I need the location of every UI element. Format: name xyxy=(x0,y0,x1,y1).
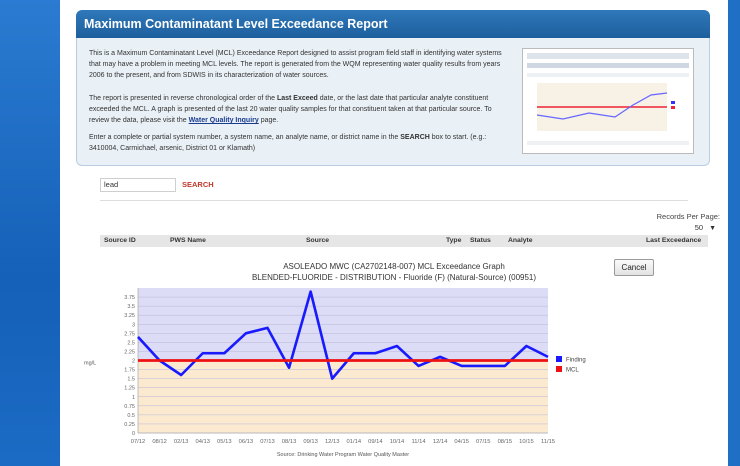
search-input[interactable]: lead xyxy=(100,178,176,192)
records-per-page-label: Records Per Page: xyxy=(656,212,720,221)
y-tick-label: 3 xyxy=(132,322,135,328)
y-tick-label: 1 xyxy=(132,395,135,401)
x-tick-label: 06/13 xyxy=(239,439,254,445)
intro-panel: This is a Maximum Contaminatant Level (M… xyxy=(76,38,710,166)
y-tick-label: 1.5 xyxy=(127,377,135,383)
x-tick-label: 09/14 xyxy=(368,439,383,445)
table-header: Source ID PWS Name Source Type Status An… xyxy=(100,235,708,247)
x-tick-label: 07/12 xyxy=(131,439,146,445)
x-tick-label: 07/15 xyxy=(476,439,491,445)
x-tick-label: 11/15 xyxy=(541,439,555,445)
page: Maximum Contaminatant Level Exceedance R… xyxy=(60,0,728,466)
y-tick-label: 3.25 xyxy=(124,313,135,319)
y-tick-label: 1.25 xyxy=(124,386,135,392)
legend-swatch xyxy=(556,356,562,362)
intro-paragraph-1: This is a Maximum Contaminatant Level (M… xyxy=(89,50,502,79)
x-tick-label: 01/14 xyxy=(347,439,362,445)
y-tick-label: 1.75 xyxy=(124,368,135,374)
x-tick-label: 05/13 xyxy=(217,439,232,445)
chevron-down-icon: ▼ xyxy=(709,225,716,232)
col-last-exceedance: Last Exceedance xyxy=(646,237,702,244)
x-tick-label: 04/15 xyxy=(454,439,469,445)
x-tick-label: 10/15 xyxy=(519,439,534,445)
y-tick-label: 0.75 xyxy=(124,404,135,410)
col-status: Status xyxy=(470,237,491,244)
legend-swatch xyxy=(556,366,562,372)
report-thumbnail-image xyxy=(522,48,694,154)
col-pws-name: PWS Name xyxy=(170,237,206,244)
y-tick-label: 0 xyxy=(132,431,135,437)
x-tick-label: 07/13 xyxy=(260,439,275,445)
background-left xyxy=(0,0,60,466)
x-tick-label: 10/14 xyxy=(390,439,405,445)
col-source: Source xyxy=(306,237,330,244)
records-per-page-select[interactable]: 50 ▼ xyxy=(695,223,716,232)
x-tick-label: 09/13 xyxy=(303,439,318,445)
x-tick-label: 12/14 xyxy=(433,439,448,445)
source-note: Source: Drinking Water Program Water Qua… xyxy=(277,452,409,458)
intro-paragraph-3: Enter a complete or partial system numbe… xyxy=(89,134,487,152)
divider xyxy=(100,200,688,201)
y-tick-label: 3.5 xyxy=(127,304,135,310)
y-tick-label: 2.5 xyxy=(127,340,135,346)
legend-label: MCL xyxy=(566,368,579,374)
y-axis-label: mg/L xyxy=(84,361,96,367)
report-title: Maximum Contaminatant Level Exceedance R… xyxy=(76,10,710,38)
exceedance-chart: 0 0.25 0.5 0.75 1 1.25 1.5 1.75 2 2.25 2.5 2.75 3 3.2… xyxy=(84,288,586,458)
x-tick-label: 08/12 xyxy=(152,439,167,445)
x-tick-label: 04/13 xyxy=(195,439,210,445)
y-tick-label: 0.25 xyxy=(124,422,135,428)
x-tick-label: 12/13 xyxy=(325,439,340,445)
legend-label: Finding xyxy=(566,358,586,364)
x-tick-label: 08/15 xyxy=(498,439,513,445)
x-tick-label: 02/13 xyxy=(174,439,189,445)
col-source-id: Source ID xyxy=(104,237,136,244)
col-analyte: Analyte xyxy=(508,237,533,244)
water-quality-inquiry-link[interactable]: Water Quality Inquiry xyxy=(189,117,259,124)
y-tick-label: 2 xyxy=(132,359,135,365)
intro-paragraph-2: The report is presented in reverse chron… xyxy=(89,95,492,124)
cancel-button[interactable]: Cancel xyxy=(614,259,654,276)
y-tick-label: 0.5 xyxy=(127,413,135,419)
x-tick-label: 08/13 xyxy=(282,439,297,445)
y-tick-label: 3.75 xyxy=(124,295,135,301)
y-tick-label: 2.25 xyxy=(124,349,135,355)
col-type: Type xyxy=(446,237,462,244)
x-tick-label: 11/14 xyxy=(411,439,426,445)
search-button[interactable]: SEARCH xyxy=(182,180,214,189)
y-tick-label: 2.75 xyxy=(124,331,135,337)
